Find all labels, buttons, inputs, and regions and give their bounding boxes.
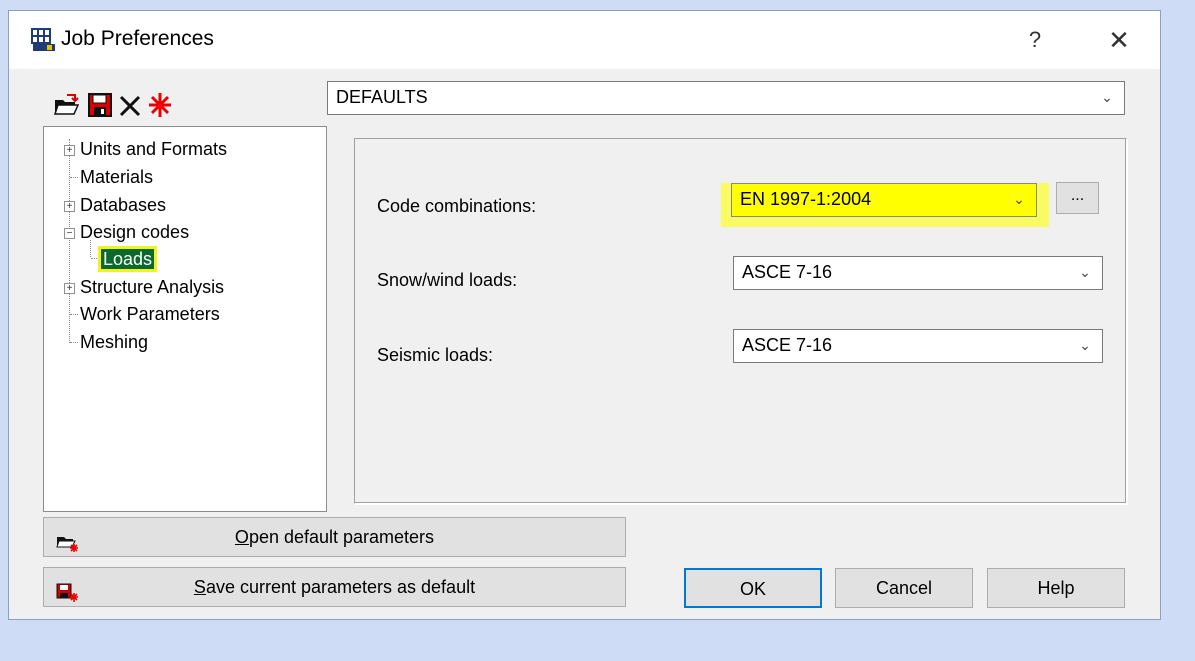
chevron-down-icon: ⌄ — [1013, 191, 1025, 207]
collapse-design-codes-icon[interactable]: − — [64, 228, 75, 239]
profile-select-value: DEFAULTS — [336, 87, 428, 107]
open-folder-icon[interactable] — [53, 91, 79, 119]
tree-item-databases[interactable]: Databases — [80, 193, 166, 217]
tree-item-loads-label: Loads — [101, 249, 155, 269]
code-combinations-select[interactable]: EN 1997-1:2004 ⌄ — [731, 183, 1037, 217]
profile-select[interactable]: DEFAULTS ⌄ — [327, 81, 1125, 115]
snow-wind-loads-label: Snow/wind loads: — [377, 270, 518, 290]
reset-star-icon[interactable] — [147, 91, 173, 119]
seismic-loads-select[interactable]: ASCE 7-16 ⌄ — [733, 329, 1103, 363]
expand-units-icon[interactable]: + — [64, 145, 75, 156]
tree-item-structure-analysis[interactable]: Structure Analysis — [80, 275, 224, 299]
seismic-loads-value: ASCE 7-16 — [742, 335, 833, 355]
expand-structure-analysis-icon[interactable]: + — [64, 283, 75, 294]
open-default-parameters-label: Open default parameters — [234, 527, 435, 547]
tree-item-units-and-formats[interactable]: Units and Formats — [80, 137, 227, 161]
snow-wind-loads-select[interactable]: ASCE 7-16 ⌄ — [733, 256, 1103, 290]
save-disk-icon[interactable] — [87, 91, 113, 119]
preferences-tree: + Units and Formats Materials + Database… — [43, 126, 327, 512]
save-as-default-button[interactable]: Save current parameters as default — [43, 567, 626, 607]
save-default-icon — [56, 577, 80, 602]
code-combinations-label: Code combinations: — [377, 196, 537, 216]
chevron-down-icon: ⌄ — [1101, 89, 1113, 105]
toolbar — [53, 91, 203, 121]
chevron-down-icon: ⌄ — [1079, 264, 1091, 280]
open-default-icon — [56, 527, 80, 552]
tree-item-loads[interactable]: Loads — [101, 247, 155, 271]
tree-item-design-codes[interactable]: Design codes — [80, 220, 189, 244]
code-combinations-value: EN 1997-1:2004 — [740, 189, 872, 209]
code-combinations-more-button[interactable]: ... — [1056, 182, 1099, 214]
save-as-default-label: Save current parameters as default — [193, 577, 476, 597]
window-title: Job Preferences — [61, 27, 214, 50]
tree-item-meshing[interactable]: Meshing — [80, 330, 148, 354]
open-default-parameters-button[interactable]: Open default parameters — [43, 517, 626, 557]
tree-item-materials[interactable]: Materials — [80, 165, 153, 189]
help-button[interactable]: Help — [987, 568, 1125, 608]
chevron-down-icon: ⌄ — [1079, 337, 1091, 353]
title-bar: Job Preferences ? ✕ — [9, 11, 1160, 69]
ok-button[interactable]: OK — [684, 568, 822, 608]
tree-item-work-parameters[interactable]: Work Parameters — [80, 302, 220, 326]
app-icon — [31, 28, 57, 52]
delete-x-icon[interactable] — [117, 91, 143, 119]
cancel-button[interactable]: Cancel — [835, 568, 973, 608]
close-button[interactable]: ✕ — [1096, 23, 1142, 57]
snow-wind-loads-value: ASCE 7-16 — [742, 262, 833, 282]
seismic-loads-label: Seismic loads: — [377, 345, 494, 365]
help-title-button[interactable]: ? — [1012, 23, 1058, 57]
expand-databases-icon[interactable]: + — [64, 201, 75, 212]
job-preferences-dialog: Job Preferences ? ✕ DEFAULTS ⌄ + Units a… — [8, 10, 1161, 620]
